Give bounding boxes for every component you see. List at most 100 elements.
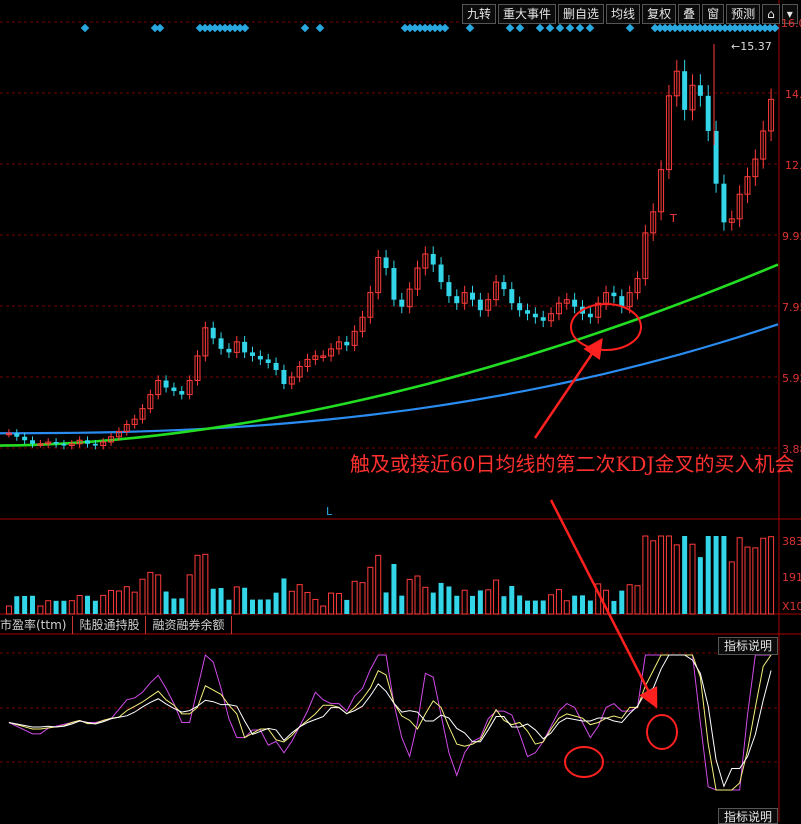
volume-bar-up <box>485 589 492 615</box>
price-label-592: 5.92 <box>782 372 801 385</box>
volume-bar-up <box>202 553 209 615</box>
annotation-text: 触及或接近60日均线的第二次KDJ金叉的买入机会 <box>350 452 795 476</box>
volume-bar-down <box>383 592 389 614</box>
toolbar-adjust[interactable]: 复权 <box>642 4 677 24</box>
candle-down <box>273 362 279 370</box>
volume-bar-down <box>705 536 711 614</box>
candle-down <box>257 355 263 360</box>
toolbar-jiuzhuan[interactable]: 九转 <box>462 4 497 24</box>
candle-down <box>572 299 578 307</box>
candle-down <box>92 443 98 446</box>
candle-down <box>705 95 711 131</box>
toolbar-remove-watchlist[interactable]: 删自选 <box>558 4 605 24</box>
volume-bar-down <box>446 586 452 614</box>
candle-down <box>226 348 232 353</box>
volume-bar-up <box>68 600 75 615</box>
kdj-k-line <box>8 654 772 788</box>
volume-bar-down <box>61 600 67 614</box>
tab-northbound-holding[interactable]: 陆股通持股 <box>73 616 147 634</box>
volume-bar-up <box>665 535 672 615</box>
price-label-995: 9.95 <box>782 230 801 243</box>
volume-label-383: 383 <box>782 535 801 548</box>
volume-bar-up <box>548 594 555 615</box>
lock-icon[interactable]: ⌂ <box>762 4 780 24</box>
t-marker: T <box>669 212 677 225</box>
volume-bar-up <box>45 600 52 615</box>
volume-bar-up <box>563 600 570 615</box>
volume-bar-down <box>250 599 255 614</box>
event-markers[interactable] <box>80 23 780 33</box>
volume-bar-up <box>728 561 735 615</box>
volume-bar-down <box>226 599 232 614</box>
candle-down <box>509 289 515 304</box>
candle-down <box>210 327 216 339</box>
candle-down <box>430 253 436 265</box>
candle-down <box>383 257 389 269</box>
volume-bar-down <box>572 595 578 614</box>
volume-bar-up <box>768 536 775 615</box>
candle-down <box>242 341 248 353</box>
volume-bar-up <box>37 605 44 615</box>
candle-down <box>344 341 350 346</box>
event-diamond <box>80 23 90 33</box>
event-diamond <box>545 23 555 33</box>
volume-bar-up <box>76 595 83 615</box>
volume-bar-down <box>210 588 216 614</box>
toolbar-window[interactable]: 窗 <box>702 4 725 24</box>
toolbar-major-events[interactable]: 重大事件 <box>498 4 557 24</box>
kdj-j-line <box>8 654 772 791</box>
ma60-line <box>0 263 779 447</box>
toolbar-ma[interactable]: 均线 <box>606 4 641 24</box>
event-diamond <box>315 23 325 33</box>
arrow-to-kdj <box>549 499 658 709</box>
volume-bar-down <box>438 582 444 614</box>
candle-down <box>446 282 452 297</box>
high-price-value: 15.37 <box>740 40 772 53</box>
toolbar-forecast[interactable]: 预测 <box>726 4 761 24</box>
volume-bar-down <box>713 536 719 614</box>
volume-bar-down <box>218 588 224 614</box>
volume-bar-down <box>509 586 515 614</box>
volume-bar-down <box>682 536 688 614</box>
volume-bar-down <box>532 600 538 614</box>
candle-down <box>218 338 224 349</box>
volume-bar-up <box>233 586 240 615</box>
volume-bar-up <box>123 586 130 615</box>
candle-down <box>697 85 703 96</box>
volume-bar-down <box>580 595 585 614</box>
volume-unit-label: X10 <box>782 600 801 613</box>
volume-bar-up <box>139 578 146 615</box>
candle-down <box>587 313 593 318</box>
event-diamond <box>465 23 475 33</box>
volume-bar-up <box>328 592 335 615</box>
event-diamond <box>535 23 545 33</box>
tab-margin-balance[interactable]: 融资融券余额 <box>146 616 232 634</box>
event-diamond <box>515 23 525 33</box>
arrow-to-ma60 <box>533 337 603 439</box>
candle-down <box>163 380 169 388</box>
volume-bar-up <box>131 591 138 615</box>
indicator-explain-button[interactable]: 指标说明 <box>718 637 779 655</box>
volume-bar-up <box>406 578 413 615</box>
volume-bar-down <box>30 595 35 614</box>
price-label-12: 12.0 <box>785 159 801 172</box>
volume-bar-up <box>626 584 633 615</box>
price-label-16: 16.0 <box>781 17 801 30</box>
event-diamond <box>300 23 310 33</box>
volume-bar-up <box>359 582 366 615</box>
volume-bar-down <box>14 596 20 614</box>
stock-chart[interactable]: TL <box>0 0 801 822</box>
volume-bar-up <box>115 590 122 615</box>
candle-down <box>250 352 255 356</box>
candle-down <box>611 292 617 297</box>
tab-pe-ttm[interactable]: 市盈率(ttm) <box>0 616 74 634</box>
candle-down <box>532 313 538 318</box>
volume-bar-down <box>587 600 593 614</box>
circle-kdj-cross-2 <box>646 714 678 750</box>
volume-bar-down <box>517 595 523 614</box>
candle-down <box>525 310 530 314</box>
volume-bar-up <box>108 589 115 615</box>
candles[interactable] <box>5 44 775 450</box>
toolbar-overlay[interactable]: 叠 <box>678 4 701 24</box>
volume-label-191: 191 <box>782 571 801 584</box>
